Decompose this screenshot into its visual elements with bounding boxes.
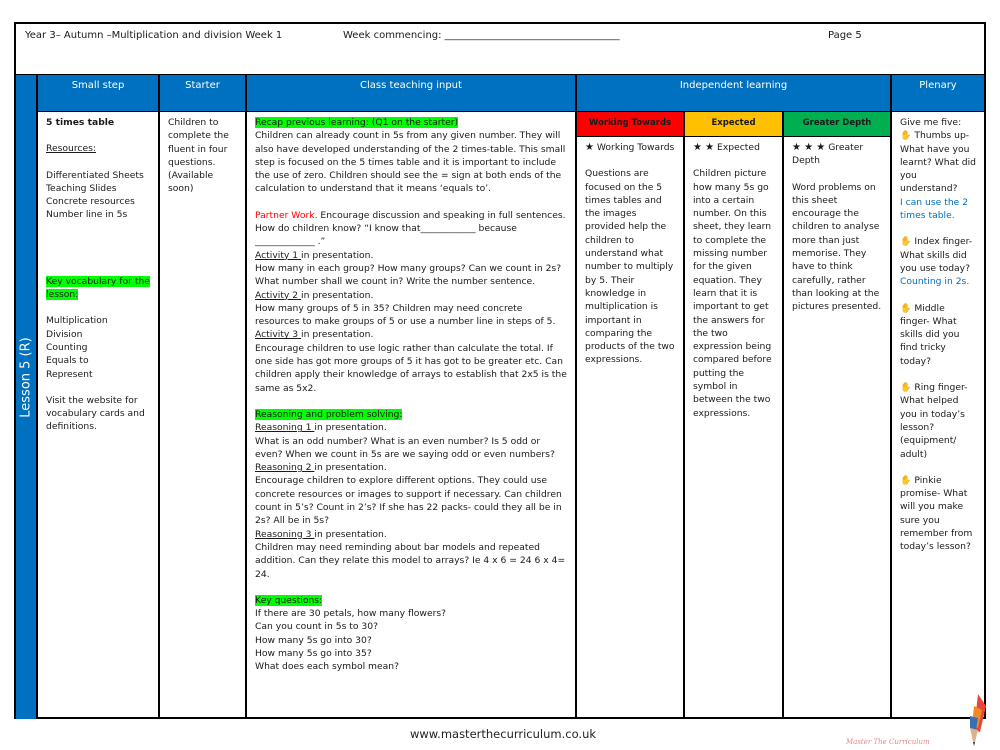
resource-item: Teaching Slides <box>46 182 117 194</box>
reasoning-suffix: in presentation. <box>314 462 387 474</box>
plenary-text: Thumbs up- What have you learnt? What di… <box>900 130 976 195</box>
activity-suffix: in presentation. <box>301 249 374 261</box>
page-number: Page 5 <box>828 30 862 41</box>
resource-item: Differentiated Sheets <box>46 169 144 181</box>
hand-icon: ✋ <box>900 382 912 394</box>
star-icon: ★ ★ ★ <box>792 142 826 153</box>
reasoning-suffix: in presentation. <box>314 422 387 434</box>
plenary-answer: I can use the 2 times table. <box>900 196 969 222</box>
key-questions-label: Key questions: <box>255 594 323 606</box>
small-step-title: 5 times table <box>46 117 115 128</box>
plenary-cell: Give me five: ✋ Thumbs up- What have you… <box>892 111 984 719</box>
wt-title: Working Towards <box>596 142 675 153</box>
key-question: What does each symbol mean? <box>255 661 399 673</box>
recap-text: Children can already count in 5s from an… <box>255 130 566 195</box>
plenary-text: Index finger- What skills did you use to… <box>900 236 973 274</box>
footer-url[interactable]: www.masterthecurriculum.co.uk <box>410 727 596 741</box>
pencil-logo-icon <box>970 694 986 746</box>
vocab-label: Key vocabulary for the lesson: <box>46 275 150 301</box>
key-question: If there are 30 petals, how many flowers… <box>255 608 447 620</box>
header-independent-learning: Independent learning <box>577 74 892 111</box>
small-step-cell: 5 times table Resources: Differentiated … <box>38 111 160 719</box>
band-working-towards: Working Towards <box>577 111 685 137</box>
reasoning-text: Encourage children to explore different … <box>255 475 562 527</box>
website-note: Visit the website for vocabulary cards a… <box>46 394 145 433</box>
resource-item: Concrete resources <box>46 196 135 208</box>
activity-2: Activity 2 in presentation. <box>255 289 567 302</box>
class-teaching-cell: Recap previous learning: (Q1 on the star… <box>247 111 577 719</box>
gd-text: Word problems on this sheet encourage th… <box>792 181 882 313</box>
activity-label: Activity 3 <box>255 329 302 341</box>
reasoning-item-label: Reasoning 2 <box>255 462 315 474</box>
resource-item: Number line in 5s <box>46 209 128 221</box>
document-header: Year 3– Autumn –Multiplication and divis… <box>16 24 984 74</box>
activity-text: How many in each group? How many groups?… <box>255 262 562 288</box>
partner-work: Partner Work. Encourage discussion and s… <box>255 209 567 249</box>
key-question: How many 5s go into 30? <box>255 634 372 646</box>
reasoning-3: Reasoning 3 in presentation. <box>255 528 567 541</box>
vocab-item: Multiplication <box>46 315 108 327</box>
expected-cell: ★ ★ Expected Children picture how many 5… <box>685 137 784 719</box>
plenary-answer: Counting in 2s. <box>900 276 970 288</box>
lesson-plan-table: Year 3– Autumn –Multiplication and divis… <box>14 22 986 719</box>
hand-icon: ✋ <box>900 302 912 314</box>
reasoning-text: What is an odd number? What is an even n… <box>255 435 555 460</box>
plenary-text: Pinkie promise- What will you make sure … <box>900 474 973 553</box>
lesson-label: Lesson 5 (R) <box>18 337 34 418</box>
plenary-item: ✋ Ring finger- What helped you in today’… <box>900 381 976 461</box>
hand-icon: ✋ <box>900 474 912 486</box>
header-class-teaching: Class teaching input <box>247 74 577 111</box>
star-icon: ★ <box>585 142 594 153</box>
plenary-item: ✋ Index finger- What skills did you use … <box>900 235 976 275</box>
exp-text: Children picture how many 5s go into a c… <box>693 168 772 419</box>
star-icon: ★ ★ <box>693 142 715 153</box>
working-towards-cell: ★ Working Towards Questions are focused … <box>577 137 685 719</box>
plenary-item: ✋ Thumbs up- What have you learnt? What … <box>900 129 976 195</box>
hand-icon: ✋ <box>900 236 912 248</box>
plenary-text: Ring finger- What helped you in today’s … <box>900 382 968 460</box>
hand-icon: ✋ <box>900 130 912 142</box>
activity-3: Activity 3 in presentation. <box>255 328 567 341</box>
reasoning-suffix: in presentation. <box>314 528 387 540</box>
plenary-item: ✋ Middle finger- What skills did you fin… <box>900 302 976 368</box>
reasoning-text: Children may need reminding about bar mo… <box>255 541 566 580</box>
activity-1: Activity 1 in presentation. <box>255 249 567 262</box>
activity-suffix: in presentation. <box>301 329 374 341</box>
week-commencing: Week commencing: _______________________… <box>343 30 620 41</box>
partner-label: Partner Work. <box>255 209 318 221</box>
wt-text: Questions are focused on the 5 times tab… <box>585 168 675 366</box>
header-small-step: Small step <box>38 74 160 111</box>
activity-suffix: in presentation. <box>301 289 374 301</box>
reasoning-item-label: Reasoning 1 <box>255 422 315 434</box>
reasoning-2: Reasoning 2 in presentation. <box>255 461 567 474</box>
document-title: Year 3– Autumn –Multiplication and divis… <box>25 30 283 41</box>
resources-label: Resources: <box>46 143 97 155</box>
plenary-item: ✋ Pinkie promise- What will you make sur… <box>900 474 976 554</box>
header-starter: Starter <box>160 74 247 111</box>
header-plenary: Plenary <box>892 74 984 111</box>
lesson-column: Lesson 5 (R) <box>16 74 38 719</box>
activity-text: How many groups of 5 in 35? Children may… <box>255 302 556 328</box>
logo-text: Master The Curriculum <box>846 738 930 746</box>
band-expected: Expected <box>685 111 784 137</box>
vocab-item: Counting <box>46 341 88 353</box>
starter-text: Children to complete the fluent in four … <box>168 117 229 195</box>
reasoning-item-label: Reasoning 3 <box>255 528 315 540</box>
activity-label: Activity 1 <box>255 249 302 261</box>
activity-text: Encourage children to use logic rather t… <box>255 342 567 394</box>
key-question: Can you count in 5s to 30? <box>255 621 378 633</box>
band-greater-depth: Greater Depth <box>784 111 892 137</box>
key-question: How many 5s go into 35? <box>255 647 372 659</box>
vocab-item: Represent <box>46 368 93 380</box>
vocab-item: Equals to <box>46 355 89 367</box>
reasoning-1: Reasoning 1 in presentation. <box>255 421 567 434</box>
plenary-intro: Give me five: <box>900 117 962 128</box>
reasoning-label: Reasoning and problem solving: <box>255 408 403 420</box>
starter-cell: Children to complete the fluent in four … <box>160 111 247 719</box>
activity-label: Activity 2 <box>255 289 302 301</box>
exp-title: Expected <box>717 142 760 153</box>
recap-label: Recap previous learning: (Q1 on the star… <box>255 117 459 128</box>
greater-depth-cell: ★ ★ ★ Greater Depth Word problems on thi… <box>784 137 892 719</box>
vocab-item: Division <box>46 328 83 340</box>
